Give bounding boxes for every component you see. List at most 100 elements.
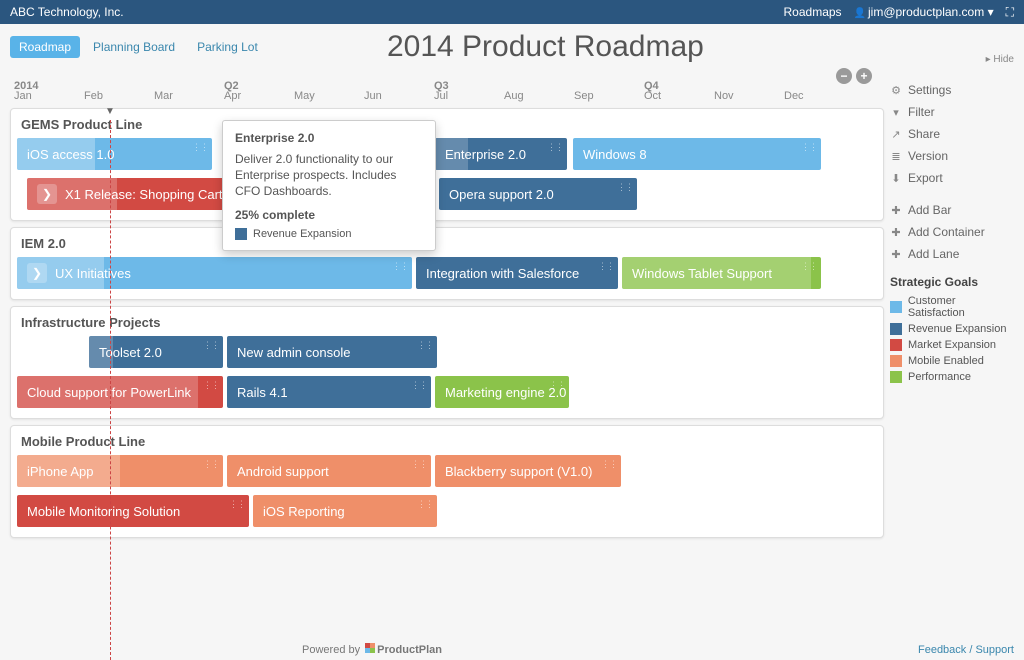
lane-row: Toolset 2.0⋮⋮New admin console⋮⋮ xyxy=(17,336,877,370)
drag-grip-icon[interactable]: ⋮⋮ xyxy=(417,340,433,351)
sidebar-add-item[interactable]: ✚Add Container xyxy=(890,221,1014,243)
drag-grip-icon[interactable]: ⋮⋮ xyxy=(617,182,633,193)
roadmap-bar[interactable]: iOS access 1.0 ⋮⋮ xyxy=(17,138,212,170)
lane-title: GEMS Product Line xyxy=(17,115,877,138)
tab-roadmap[interactable]: Roadmap xyxy=(10,36,80,58)
bar-label: X1 Release: Shopping Cart xyxy=(65,187,223,202)
drag-grip-icon[interactable]: ⋮⋮ xyxy=(192,142,208,153)
roadmap-bar[interactable]: Cloud support for PowerLink ⋮⋮ xyxy=(17,376,223,408)
lane-title: IEM 2.0 xyxy=(17,234,877,257)
roadmap-bar[interactable]: Opera support 2.0⋮⋮ xyxy=(439,178,637,210)
drag-grip-icon[interactable]: ⋮⋮ xyxy=(411,459,427,470)
strategic-goal[interactable]: Customer Satisfaction xyxy=(890,293,1014,321)
bar-label: Marketing engine 2.0 xyxy=(445,385,566,400)
roadmap-bar[interactable]: Windows 8⋮⋮ xyxy=(573,138,821,170)
goal-swatch xyxy=(890,301,902,313)
sidebar-item[interactable]: ≣Version xyxy=(890,145,1014,167)
today-marker: ▼ xyxy=(105,106,115,117)
sidebar: ▸ Hide ⚙Settings▾Filter↗Share≣Version⬇Ex… xyxy=(884,24,1024,660)
drag-grip-icon[interactable]: ⋮⋮ xyxy=(203,380,219,391)
axis-month: Apr xyxy=(224,90,294,102)
sidebar-item[interactable]: ⚙Settings xyxy=(890,79,1014,101)
menu-icon: ↗ xyxy=(890,128,902,141)
bar-label: Windows Tablet Support xyxy=(632,266,772,281)
bar-label: Integration with Salesforce xyxy=(426,266,579,281)
roadmap-bar[interactable]: Android support ⋮⋮ xyxy=(227,455,431,487)
productplan-logo-icon xyxy=(365,643,375,653)
roadmap-bar[interactable]: Integration with Salesforce ⋮⋮ xyxy=(416,257,618,289)
lane-row: ❯UX Initiatives⋮⋮Integration with Salesf… xyxy=(17,257,877,291)
lane-title: Mobile Product Line xyxy=(17,432,877,455)
drag-grip-icon[interactable]: ⋮⋮ xyxy=(801,142,817,153)
menu-icon: ▾ xyxy=(890,106,902,119)
bar-label: iOS access 1.0 xyxy=(27,147,114,162)
roadmap-bar[interactable]: Enterprise 2.0⋮⋮ xyxy=(435,138,567,170)
drag-grip-icon[interactable]: ⋮⋮ xyxy=(417,499,433,510)
bar-label: Android support xyxy=(237,464,329,479)
strategic-goal[interactable]: Market Expansion xyxy=(890,337,1014,353)
drag-grip-icon[interactable]: ⋮⋮ xyxy=(203,340,219,351)
roadmap-bar[interactable]: Toolset 2.0 ⋮⋮ xyxy=(89,336,223,368)
strategic-goal[interactable]: Performance xyxy=(890,369,1014,385)
lane: Infrastructure ProjectsToolset 2.0⋮⋮New … xyxy=(10,306,884,419)
roadmap-bar[interactable]: Marketing engine 2.0⋮⋮ xyxy=(435,376,569,408)
user-icon: 👤 xyxy=(854,8,866,19)
drag-grip-icon[interactable]: ⋮⋮ xyxy=(203,459,219,470)
bar-label: Cloud support for PowerLink xyxy=(27,385,191,400)
tooltip-swatch xyxy=(235,228,247,240)
roadmap-bar[interactable]: ❯UX Initiatives⋮⋮ xyxy=(17,257,412,289)
user-menu[interactable]: 👤jim@productplan.com ▾ xyxy=(854,5,994,19)
lane-row: iOS access 1.0⋮⋮Enterprise 2.0⋮⋮Windows … xyxy=(17,138,877,172)
drag-grip-icon[interactable]: ⋮⋮ xyxy=(801,261,817,272)
lane: GEMS Product LineiOS access 1.0⋮⋮Enterpr… xyxy=(10,108,884,221)
roadmap-bar[interactable]: Windows Tablet Support ⋮⋮ xyxy=(622,257,821,289)
sidebar-add-item[interactable]: ✚Add Bar xyxy=(890,199,1014,221)
sidebar-item[interactable]: ⬇Export xyxy=(890,167,1014,189)
hide-sidebar-link[interactable]: ▸ Hide xyxy=(890,54,1014,65)
menu-icon: ✚ xyxy=(890,248,902,261)
axis-month: Sep xyxy=(574,90,644,102)
brand-name: ProductPlan xyxy=(377,644,442,656)
roadmaps-link[interactable]: Roadmaps xyxy=(784,5,842,19)
feedback-link[interactable]: Feedback / Support xyxy=(918,644,1014,656)
roadmap-bar[interactable]: Rails 4.1⋮⋮ xyxy=(227,376,431,408)
axis-month: Jun xyxy=(364,90,434,102)
lane-row: Cloud support for PowerLink⋮⋮Rails 4.1⋮⋮… xyxy=(17,376,877,410)
strategic-goal[interactable]: Revenue Expansion xyxy=(890,321,1014,337)
bar-label: UX Initiatives xyxy=(55,266,131,281)
roadmap-bar[interactable]: Mobile Monitoring Solution⋮⋮ xyxy=(17,495,249,527)
axis-month: May xyxy=(294,90,364,102)
roadmap-bar[interactable]: iPhone App⋮⋮ xyxy=(17,455,223,487)
fullscreen-icon[interactable]: ⛶ xyxy=(1006,5,1014,20)
menu-icon: ✚ xyxy=(890,226,902,239)
drag-grip-icon[interactable]: ⋮⋮ xyxy=(547,142,563,153)
axis-month: Mar xyxy=(154,90,224,102)
goal-swatch xyxy=(890,355,902,367)
lane-row: ❯X1 Release: Shopping Cart⋮⋮Opera suppor… xyxy=(17,178,877,212)
bar-label: Blackberry support (V1.0) xyxy=(445,464,592,479)
axis-month: Aug xyxy=(504,90,574,102)
sidebar-item[interactable]: ↗Share xyxy=(890,123,1014,145)
lane-row: Mobile Monitoring Solution⋮⋮iOS Reportin… xyxy=(17,495,877,529)
drag-grip-icon[interactable]: ⋮⋮ xyxy=(392,261,408,272)
axis-month: Jan xyxy=(14,90,84,102)
lane: IEM 2.0❯UX Initiatives⋮⋮Integration with… xyxy=(10,227,884,300)
drag-grip-icon[interactable]: ⋮⋮ xyxy=(411,380,427,391)
menu-icon: ⚙ xyxy=(890,84,902,97)
roadmap-bar[interactable]: Blackberry support (V1.0) ⋮⋮ xyxy=(435,455,621,487)
strategic-goals-heading: Strategic Goals xyxy=(890,275,1014,289)
axis-month: Nov xyxy=(714,90,784,102)
bar-label: Toolset 2.0 xyxy=(99,345,162,360)
drag-grip-icon[interactable]: ⋮⋮ xyxy=(598,261,614,272)
drag-grip-icon[interactable]: ⋮⋮ xyxy=(601,459,617,470)
drag-grip-icon[interactable]: ⋮⋮ xyxy=(229,499,245,510)
menu-icon: ⬇ xyxy=(890,172,902,185)
roadmap-bar[interactable]: iOS Reporting⋮⋮ xyxy=(253,495,437,527)
tab-planning-board[interactable]: Planning Board xyxy=(84,36,184,58)
sidebar-add-item[interactable]: ✚Add Lane xyxy=(890,243,1014,265)
roadmap-bar[interactable]: New admin console⋮⋮ xyxy=(227,336,437,368)
axis-month: Jul xyxy=(434,90,504,102)
sidebar-item[interactable]: ▾Filter xyxy=(890,101,1014,123)
axis-month: Feb xyxy=(84,90,154,102)
strategic-goal[interactable]: Mobile Enabled xyxy=(890,353,1014,369)
